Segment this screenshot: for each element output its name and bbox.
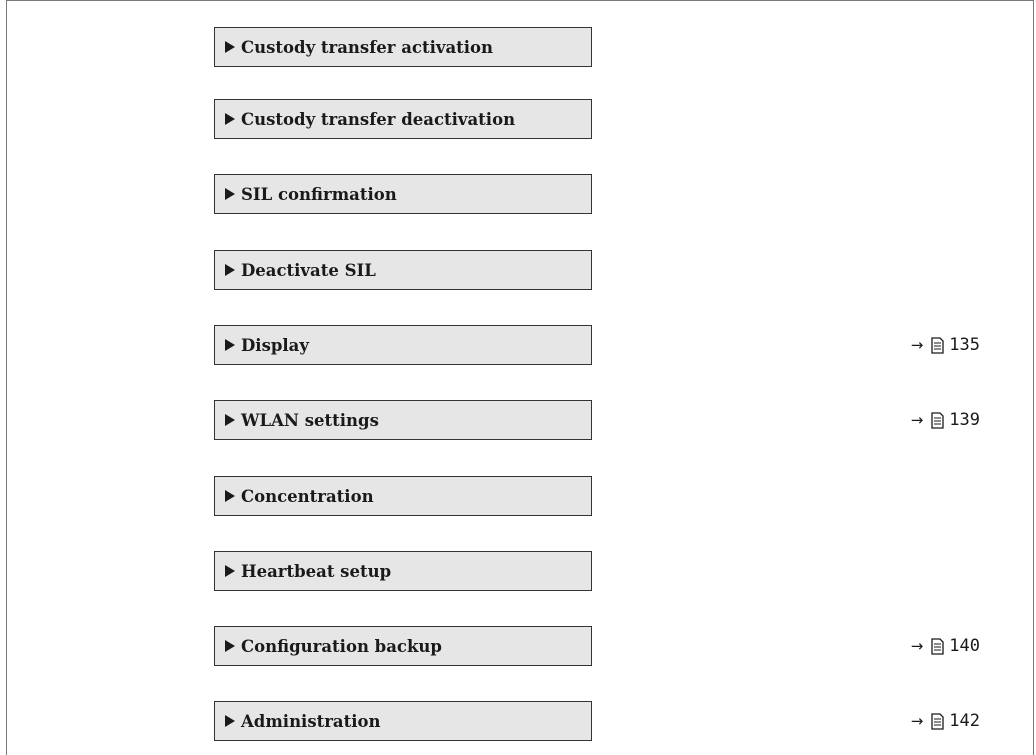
submenu-label: Custody transfer deactivation — [241, 109, 516, 129]
page-reference-icon — [931, 712, 944, 730]
submenu-row: Concentration — [0, 476, 1036, 518]
right-triangle-icon — [225, 715, 235, 727]
right-triangle-icon — [225, 640, 235, 652]
submenu-concentration[interactable]: Concentration — [214, 476, 592, 516]
submenu-row: Administration → 142 — [0, 701, 1036, 743]
submenu-label: Heartbeat setup — [241, 561, 392, 581]
submenu-row: SIL confirmation — [0, 174, 1036, 216]
submenu-row: Custody transfer deactivation — [0, 99, 1036, 141]
page-reference-icon — [931, 411, 944, 429]
right-triangle-icon — [225, 41, 235, 53]
submenu-row: Display → 135 — [0, 325, 1036, 367]
submenu-label: Deactivate SIL — [241, 260, 376, 280]
arrow-right-icon: → — [910, 637, 924, 655]
submenu-sil-confirmation[interactable]: SIL confirmation — [214, 174, 592, 214]
submenu-row: Heartbeat setup — [0, 551, 1036, 593]
submenu-row: WLAN settings → 139 — [0, 400, 1036, 442]
submenu-deactivate-sil[interactable]: Deactivate SIL — [214, 250, 592, 290]
submenu-row: Deactivate SIL — [0, 250, 1036, 292]
submenu-custody-transfer-activation[interactable]: Custody transfer activation — [214, 27, 592, 67]
page-reference-link[interactable]: → 135 — [900, 325, 980, 365]
submenu-label: Concentration — [241, 486, 374, 506]
right-triangle-icon — [225, 414, 235, 426]
submenu-heartbeat-setup[interactable]: Heartbeat setup — [214, 551, 592, 591]
submenu-display[interactable]: Display — [214, 325, 592, 365]
submenu-label: SIL confirmation — [241, 184, 397, 204]
arrow-right-icon: → — [910, 336, 924, 354]
submenu-label: Configuration backup — [241, 636, 442, 656]
document-page: Custody transfer activation Custody tran… — [0, 0, 1036, 755]
right-triangle-icon — [225, 113, 235, 125]
page-reference-link[interactable]: → 139 — [900, 400, 980, 440]
submenu-label: WLAN settings — [241, 410, 379, 430]
arrow-right-icon: → — [910, 712, 924, 730]
right-triangle-icon — [225, 565, 235, 577]
page-number: 140 — [949, 636, 980, 656]
right-triangle-icon — [225, 339, 235, 351]
page-reference-icon — [931, 336, 944, 354]
page-number: 135 — [949, 335, 980, 355]
page-number: 142 — [949, 711, 980, 731]
submenu-row: Custody transfer activation — [0, 27, 1036, 69]
submenu-custody-transfer-deactivation[interactable]: Custody transfer deactivation — [214, 99, 592, 139]
submenu-administration[interactable]: Administration — [214, 701, 592, 741]
right-triangle-icon — [225, 188, 235, 200]
page-reference-icon — [931, 637, 944, 655]
page-reference-link[interactable]: → 140 — [900, 626, 980, 666]
right-triangle-icon — [225, 264, 235, 276]
submenu-wlan-settings[interactable]: WLAN settings — [214, 400, 592, 440]
submenu-label: Administration — [241, 711, 381, 731]
arrow-right-icon: → — [910, 411, 924, 429]
page-reference-link[interactable]: → 142 — [900, 701, 980, 741]
submenu-row: Configuration backup → 140 — [0, 626, 1036, 668]
submenu-configuration-backup[interactable]: Configuration backup — [214, 626, 592, 666]
submenu-label: Display — [241, 335, 309, 355]
submenu-list: Custody transfer activation Custody tran… — [0, 0, 1036, 755]
right-triangle-icon — [225, 490, 235, 502]
submenu-label: Custody transfer activation — [241, 37, 494, 57]
page-number: 139 — [949, 410, 980, 430]
